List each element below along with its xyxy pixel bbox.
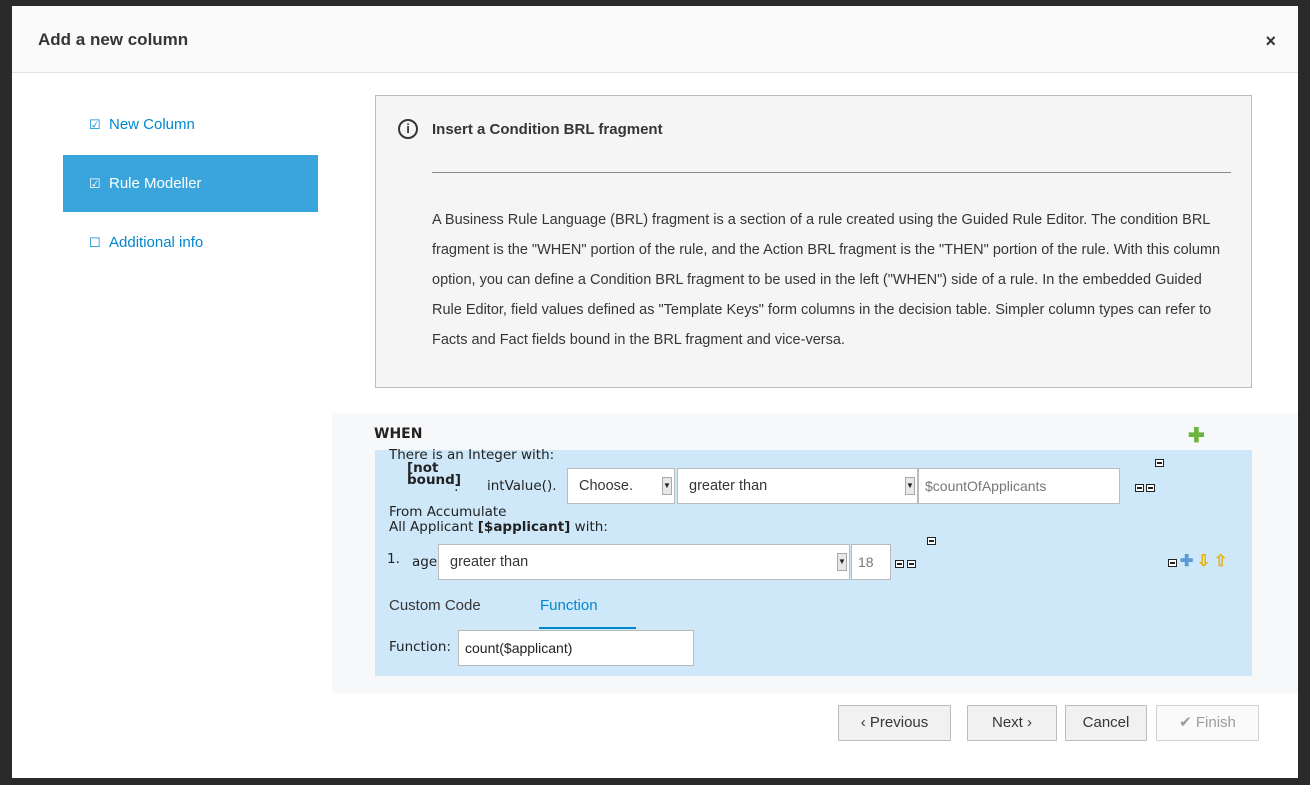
info-description: A Business Rule Language (BRL) fragment … <box>432 212 1221 348</box>
all-applicant-suffix: with: <box>570 519 608 535</box>
checkbox-unchecked-icon: ☐ <box>89 234 101 250</box>
choose-select-value: Choose. <box>579 478 634 494</box>
info-circle-icon: i <box>398 119 418 139</box>
move-up-icon[interactable]: ⇧ <box>1214 554 1227 570</box>
constraint-index: 1. <box>387 551 400 567</box>
next-button[interactable]: Next › <box>967 705 1057 741</box>
nav-item-additional-info[interactable]: ☐ Additional info <box>63 214 318 271</box>
chevron-down-icon: ▼ <box>662 477 672 495</box>
dialog-title: Add a new column <box>38 30 189 49</box>
nav-item-new-column[interactable]: ☑ New Column <box>63 96 318 153</box>
previous-button[interactable]: ‹ Previous <box>838 705 951 741</box>
all-applicant-label: All Applicant [$applicant] with: <box>389 519 608 535</box>
constraint-value-input[interactable]: 18 <box>851 544 891 580</box>
nav-item-label: Rule Modeller <box>109 175 202 192</box>
constraint-field[interactable]: age <box>412 554 437 570</box>
operator-select-value: greater than <box>689 478 768 494</box>
checkbox-checked-icon: ☑ <box>89 116 101 132</box>
value-input[interactable]: $countOfApplicants <box>918 468 1120 504</box>
tab-divider <box>392 628 940 629</box>
remove-icon[interactable] <box>1168 559 1177 567</box>
nav-item-label: Additional info <box>109 234 204 251</box>
remove-icon[interactable] <box>1146 484 1155 492</box>
remove-icon[interactable] <box>907 560 916 568</box>
info-panel: i Insert a Condition BRL fragment A Busi… <box>375 95 1252 388</box>
from-accumulate-label: From Accumulate <box>389 504 507 520</box>
applicant-binding[interactable]: [$applicant] <box>478 519 571 535</box>
cancel-button[interactable]: Cancel <box>1065 705 1147 741</box>
close-icon[interactable]: × <box>1265 32 1276 50</box>
remove-icon[interactable] <box>895 560 904 568</box>
dialog-header: Add a new column × <box>12 6 1298 73</box>
field-label: intValue(). <box>487 478 557 494</box>
when-label: WHEN <box>374 426 423 442</box>
active-tab-indicator <box>539 627 636 629</box>
function-label: Function: <box>389 639 451 655</box>
checkbox-checked-icon: ☑ <box>89 175 101 191</box>
operator-select[interactable]: greater than ▼ <box>677 468 918 504</box>
binding-label[interactable]: [not bound] <box>407 461 461 488</box>
binding-colon: : <box>454 479 459 495</box>
insert-condition-icon[interactable]: ✚ <box>1180 554 1193 570</box>
finish-button[interactable]: ✔ Finish <box>1156 705 1259 741</box>
tab-custom-code[interactable]: Custom Code <box>389 597 481 614</box>
function-input[interactable]: count($applicant) <box>458 630 694 666</box>
info-title: Insert a Condition BRL fragment <box>432 121 663 138</box>
remove-icon[interactable] <box>1135 484 1144 492</box>
move-down-icon[interactable]: ⇩ <box>1197 554 1210 570</box>
remove-icon[interactable] <box>927 537 936 545</box>
binding-line-2: bound] <box>407 472 461 488</box>
remove-icon[interactable] <box>1155 459 1164 467</box>
add-condition-icon[interactable]: ✚ <box>1188 426 1205 446</box>
constraint-operator-value: greater than <box>450 554 529 570</box>
all-applicant-prefix: All Applicant <box>389 519 478 535</box>
chevron-down-icon: ▼ <box>837 553 847 571</box>
add-column-dialog: Add a new column × ☑ New Column ☑ Rule M… <box>12 6 1298 778</box>
constraint-operator-select[interactable]: greater than ▼ <box>438 544 850 580</box>
divider <box>432 172 1231 173</box>
nav-item-label: New Column <box>109 116 195 133</box>
choose-select[interactable]: Choose. ▼ <box>567 468 675 504</box>
nav-item-rule-modeller[interactable]: ☑ Rule Modeller <box>63 155 318 212</box>
chevron-down-icon: ▼ <box>905 477 915 495</box>
tab-function[interactable]: Function <box>540 597 598 614</box>
